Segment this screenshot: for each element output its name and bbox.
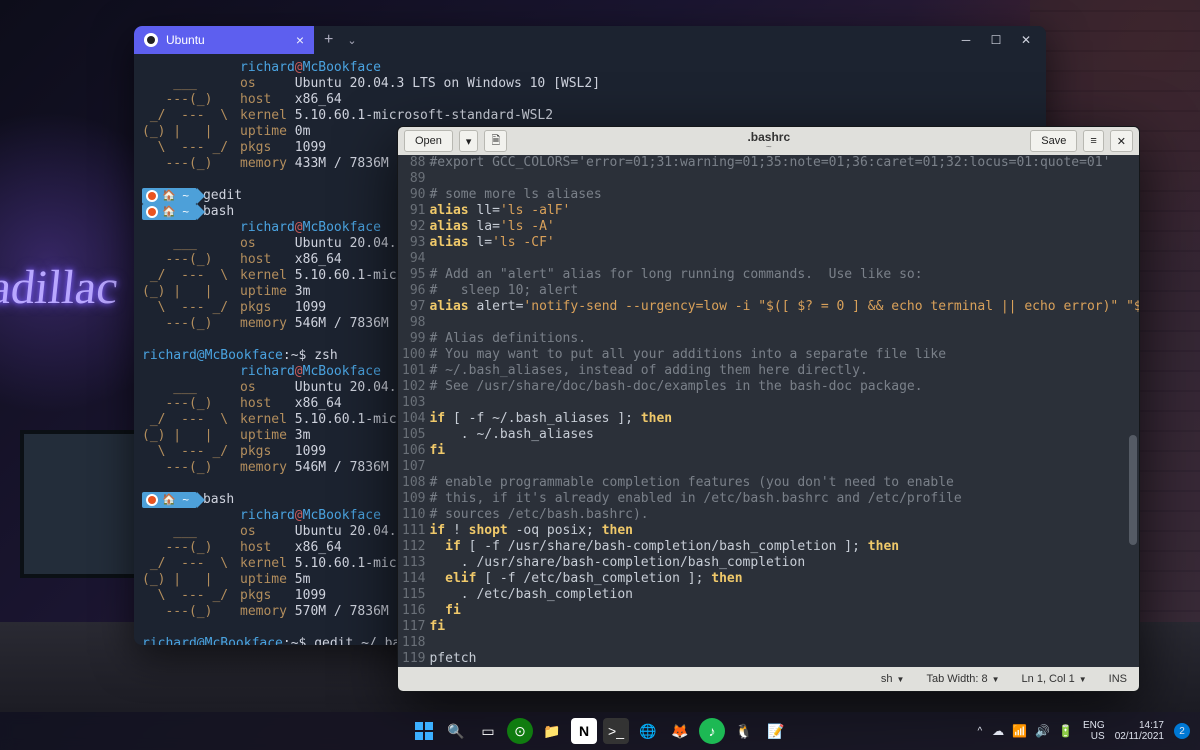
search-icon[interactable]: 🔍 xyxy=(443,718,469,744)
windows-taskbar: 🔍 ▭ ⊙ 📁 N >_ 🌐 🦊 ♪ 🐧 📝 ^ ☁ 📶 🔊 🔋 ENGUS 1… xyxy=(0,712,1200,750)
tab-menu-chevron-icon[interactable]: ⌄ xyxy=(347,34,356,47)
gedit-title: .bashrc ~ xyxy=(513,130,1024,153)
onedrive-icon[interactable]: ☁ xyxy=(992,724,1004,738)
file-explorer-icon[interactable]: 📁 xyxy=(539,718,565,744)
clock[interactable]: 14:1702/11/2021 xyxy=(1115,720,1164,742)
tab-close-icon[interactable]: × xyxy=(296,32,304,48)
language-selector[interactable]: sh▼ xyxy=(881,673,905,685)
firefox-icon[interactable]: 🦊 xyxy=(667,718,693,744)
terminal-titlebar: Ubuntu × + ⌄ ─ ☐ ✕ xyxy=(134,26,1046,54)
tux-taskbar-icon[interactable]: 🐧 xyxy=(731,718,757,744)
wifi-icon[interactable]: 📶 xyxy=(1012,724,1027,738)
terminal-tab-ubuntu[interactable]: Ubuntu × xyxy=(134,26,314,54)
save-button[interactable]: Save xyxy=(1030,130,1077,152)
taskbar-center: 🔍 ▭ ⊙ 📁 N >_ 🌐 🦊 ♪ 🐧 📝 xyxy=(411,718,789,744)
maximize-button[interactable]: ☐ xyxy=(990,33,1002,47)
new-tab-button[interactable]: + xyxy=(324,31,333,49)
cursor-position[interactable]: Ln 1, Col 1▼ xyxy=(1022,673,1087,685)
gedit-window: Open ▾ 🗎 .bashrc ~ Save ≡ ✕ 888990919293… xyxy=(397,126,1140,692)
edge-icon[interactable]: 🌐 xyxy=(635,718,661,744)
close-button[interactable]: ✕ xyxy=(1020,33,1032,47)
gedit-editor[interactable]: 8889909192939495969798991001011021031041… xyxy=(398,155,1139,667)
gedit-headerbar: Open ▾ 🗎 .bashrc ~ Save ≡ ✕ xyxy=(398,127,1139,155)
scrollbar-thumb[interactable] xyxy=(1129,435,1137,545)
open-button[interactable]: Open xyxy=(404,130,453,152)
language-indicator[interactable]: ENGUS xyxy=(1083,720,1105,742)
line-number-gutter: 8889909192939495969798991001011021031041… xyxy=(398,155,429,667)
new-document-button[interactable]: 🗎 xyxy=(484,130,507,152)
notification-badge[interactable]: 2 xyxy=(1174,723,1190,739)
tray-chevron-icon[interactable]: ^ xyxy=(977,726,982,737)
battery-icon[interactable]: 🔋 xyxy=(1058,724,1073,738)
gedit-statusbar: sh▼ Tab Width: 8▼ Ln 1, Col 1▼ INS xyxy=(398,667,1139,691)
code-area[interactable]: #export GCC_COLORS='error=01;31:warning=… xyxy=(429,155,1139,667)
spotify-icon[interactable]: ♪ xyxy=(699,718,725,744)
notion-icon[interactable]: N xyxy=(571,718,597,744)
tux-icon xyxy=(144,33,158,47)
gedit-taskbar-icon[interactable]: 📝 xyxy=(763,718,789,744)
xbox-icon[interactable]: ⊙ xyxy=(507,718,533,744)
minimize-button[interactable]: ─ xyxy=(960,33,972,47)
gedit-close-button[interactable]: ✕ xyxy=(1110,130,1133,152)
tab-label: Ubuntu xyxy=(166,33,205,47)
tab-width-selector[interactable]: Tab Width: 8▼ xyxy=(926,673,999,685)
volume-icon[interactable]: 🔊 xyxy=(1035,724,1050,738)
insert-mode[interactable]: INS xyxy=(1109,673,1127,685)
open-menu-chevron-icon[interactable]: ▾ xyxy=(459,130,479,152)
task-view-icon[interactable]: ▭ xyxy=(475,718,501,744)
terminal-taskbar-icon[interactable]: >_ xyxy=(603,718,629,744)
hamburger-menu-icon[interactable]: ≡ xyxy=(1083,130,1103,152)
scrollbar[interactable] xyxy=(1127,155,1137,667)
start-button[interactable] xyxy=(411,718,437,744)
system-tray: ^ ☁ 📶 🔊 🔋 ENGUS 14:1702/11/2021 2 xyxy=(977,720,1200,742)
